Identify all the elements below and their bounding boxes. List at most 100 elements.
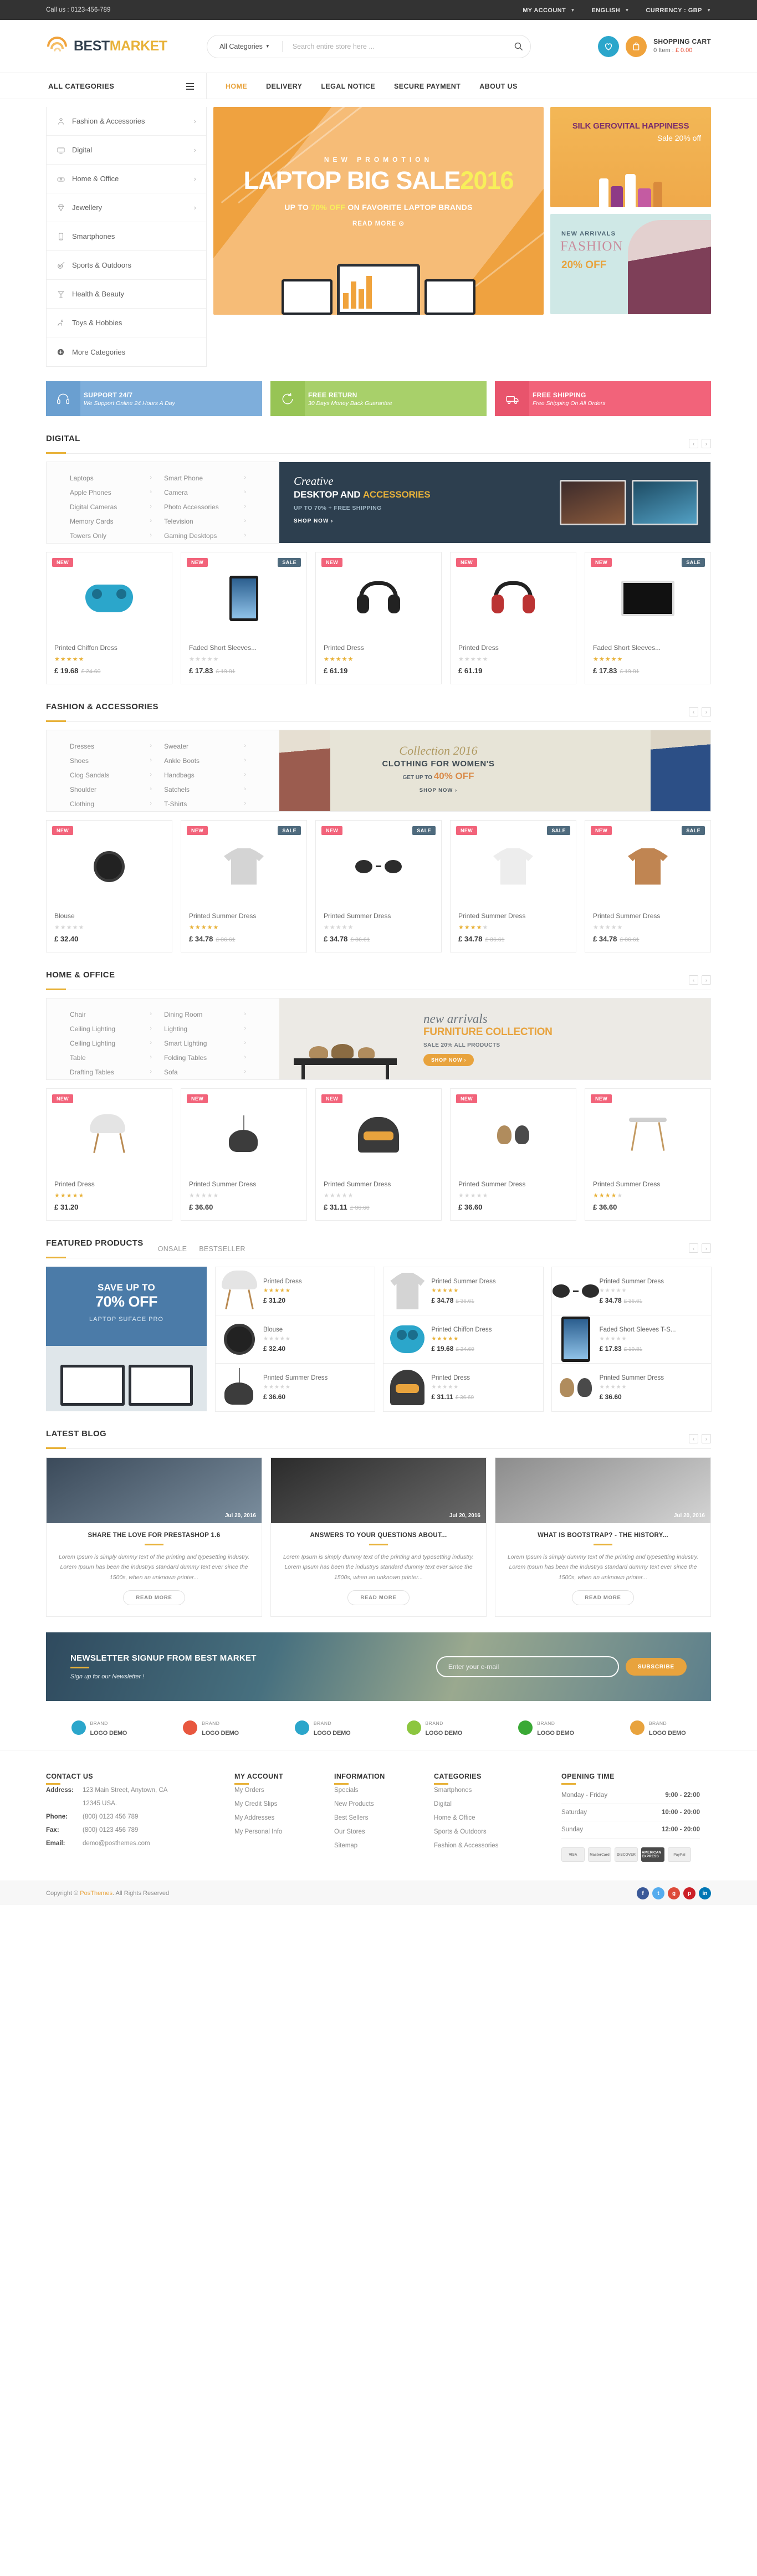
sidebar-item-sports-outdoors[interactable]: Sports & Outdoors (47, 251, 206, 280)
subcategory-item[interactable]: Towers Only › (70, 532, 164, 540)
product-name[interactable]: Printed Summer Dress (431, 1278, 495, 1285)
language-dropdown[interactable]: ENGLISH ▼ (591, 6, 629, 14)
subcategory-item[interactable]: Smart Phone › (164, 474, 258, 482)
sidebar-item-home-office[interactable]: Home & Office › (47, 165, 206, 193)
service-free-shipping[interactable]: FREE SHIPPING Free Shipping On All Order… (495, 381, 711, 416)
product-card[interactable]: NEW SALE Printed Summer Dress ★★★★★ £ 34… (315, 820, 442, 952)
product-name[interactable]: Printed Chiffon Dress (54, 644, 164, 652)
subcategory-item[interactable]: Memory Cards › (70, 518, 164, 525)
social-icon-4[interactable]: in (699, 1887, 711, 1900)
footer-link[interactable]: My Orders (234, 1787, 323, 1794)
brand-logo[interactable]: BRAND LOGO DEMO (46, 1718, 152, 1738)
next-arrow-icon[interactable]: › (702, 975, 711, 985)
cart-button[interactable] (626, 35, 647, 57)
brand-logo[interactable]: BRAND LOGO DEMO (493, 1718, 600, 1738)
featured-item[interactable]: Printed Dress ★★★★★ £ 31.11 £ 36.60 (383, 1363, 544, 1412)
sidebar-item-jewellery[interactable]: Jewellery › (47, 193, 206, 222)
product-name[interactable]: Printed Summer Dress (263, 1375, 328, 1381)
blog-read-more-button[interactable]: READ MORE (123, 1590, 185, 1606)
product-card[interactable]: NEW Printed Summer Dress ★★★★★ £ 36.60 (450, 1088, 576, 1221)
featured-item[interactable]: Printed Summer Dress ★★★★★ £ 36.60 (215, 1363, 376, 1412)
newsletter-subscribe-button[interactable]: SUBSCRIBE (625, 1658, 687, 1676)
next-arrow-icon[interactable]: › (702, 1243, 711, 1253)
product-name[interactable]: Printed Dress (54, 1180, 164, 1188)
wishlist-button[interactable] (598, 35, 620, 57)
nav-item-home[interactable]: HOME (226, 83, 247, 90)
next-arrow-icon[interactable]: › (702, 1434, 711, 1443)
tab-onsale[interactable]: ONSALE (158, 1245, 187, 1253)
footer-link[interactable]: Sports & Outdoors (434, 1829, 550, 1835)
footer-link[interactable]: New Products (334, 1801, 423, 1807)
carousel-arrows[interactable]: ‹ › (689, 1243, 711, 1253)
prev-arrow-icon[interactable]: ‹ (689, 1243, 698, 1253)
subcategory-item[interactable]: Chair › (70, 1011, 164, 1018)
product-image[interactable]: NEW (181, 1089, 306, 1180)
blog-card[interactable]: Jul 20, 2016 WHAT IS BOOTSTRAP? - THE HI… (495, 1457, 711, 1617)
carousel-arrows[interactable]: ‹ › (689, 439, 711, 448)
brand-logo[interactable]: BRAND LOGO DEMO (605, 1718, 711, 1738)
sidebar-item-more-categories[interactable]: More Categories (47, 337, 206, 366)
prev-arrow-icon[interactable]: ‹ (689, 975, 698, 985)
footer-link[interactable]: Sitemap (334, 1842, 423, 1849)
blog-card[interactable]: Jul 20, 2016 ANSWERS TO YOUR QUESTIONS A… (270, 1457, 487, 1617)
featured-item[interactable]: Printed Dress ★★★★★ £ 31.20 (215, 1267, 376, 1315)
product-image[interactable]: NEW (47, 1089, 172, 1180)
brand-logo[interactable]: BRAND LOGO DEMO (158, 1718, 264, 1738)
social-icon-1[interactable]: t (652, 1887, 664, 1900)
product-image[interactable]: NEW SALE (585, 552, 710, 644)
product-name[interactable]: Faded Short Sleeves... (189, 644, 299, 652)
featured-item[interactable]: Printed Summer Dress ★★★★★ £ 34.78 £ 36.6… (551, 1267, 712, 1315)
subcategory-item[interactable]: Shoulder › (70, 786, 164, 793)
prev-arrow-icon[interactable]: ‹ (689, 1434, 698, 1443)
featured-item[interactable]: Printed Summer Dress ★★★★★ £ 34.78 £ 36.6… (383, 1267, 544, 1315)
sidebar-item-health-beauty[interactable]: Health & Beauty (47, 280, 206, 309)
subcategory-item[interactable]: Digital Cameras › (70, 503, 164, 511)
next-arrow-icon[interactable]: › (702, 439, 711, 448)
product-card[interactable]: NEW SALE Printed Summer Dress ★★★★★ £ 34… (181, 820, 307, 952)
product-image[interactable]: NEW (585, 1089, 710, 1180)
subcategory-item[interactable]: Drafting Tables › (70, 1068, 164, 1076)
sidebar-item-smartphones[interactable]: Smartphones (47, 222, 206, 251)
product-image[interactable]: NEW SALE (451, 821, 576, 912)
product-name[interactable]: Printed Summer Dress (600, 1278, 664, 1285)
footer-link[interactable]: Digital (434, 1801, 550, 1807)
product-name[interactable]: Printed Summer Dress (324, 1180, 433, 1188)
product-card[interactable]: NEW SALE Printed Summer Dress ★★★★★ £ 34… (450, 820, 576, 952)
product-image[interactable]: NEW (47, 552, 172, 644)
product-image[interactable]: NEW SALE (181, 821, 306, 912)
subcategory-item[interactable]: Smart Lighting › (164, 1039, 258, 1047)
featured-item[interactable]: Faded Short Sleeves T-S... ★★★★★ £ 17.83… (551, 1315, 712, 1364)
carousel-arrows[interactable]: ‹ › (689, 707, 711, 716)
footer-link[interactable]: Smartphones (434, 1787, 550, 1794)
prev-arrow-icon[interactable]: ‹ (689, 439, 698, 448)
product-name[interactable]: Faded Short Sleeves... (593, 644, 703, 652)
footer-link[interactable]: Fashion & Accessories (434, 1842, 550, 1849)
blog-card[interactable]: Jul 20, 2016 SHARE THE LOVE FOR PRESTASH… (46, 1457, 262, 1617)
featured-item[interactable]: Printed Summer Dress ★★★★★ £ 36.60 (551, 1363, 712, 1412)
subcategory-item[interactable]: Clothing › (70, 800, 164, 808)
product-image[interactable]: NEW (47, 821, 172, 912)
subcategory-item[interactable]: Apple Phones › (70, 489, 164, 496)
featured-item[interactable]: Blouse ★★★★★ £ 32.40 (215, 1315, 376, 1364)
subcategory-item[interactable]: Satchels › (164, 786, 258, 793)
footer-link[interactable]: My Credit Slips (234, 1801, 323, 1807)
subcategory-item[interactable]: Television › (164, 518, 258, 525)
product-name[interactable]: Printed Chiffon Dress (431, 1327, 492, 1333)
product-image[interactable]: NEW SALE (585, 821, 710, 912)
product-name[interactable]: Printed Dress (263, 1278, 302, 1285)
product-card[interactable]: NEW Printed Dress ★★★★★ £ 61.19 (315, 552, 442, 684)
fashion-banner[interactable]: Collection 2016 CLOTHING FOR WOMEN'S GET… (279, 730, 710, 811)
product-name[interactable]: Printed Summer Dress (189, 912, 299, 920)
promo-silk-banner[interactable]: SILK GEROVITAL HAPPINESS Sale 20% off (550, 107, 711, 207)
banner-shop-now-button[interactable]: SHOP NOW › (294, 518, 446, 524)
subcategory-item[interactable]: Ceiling Lighting › (70, 1025, 164, 1033)
newsletter-email-input[interactable] (436, 1656, 619, 1678)
subcategory-item[interactable]: T-Shirts › (164, 800, 258, 808)
my-account-dropdown[interactable]: MY ACCOUNT ▼ (523, 6, 575, 14)
product-image[interactable]: NEW (451, 1089, 576, 1180)
prev-arrow-icon[interactable]: ‹ (689, 707, 698, 716)
product-card[interactable]: NEW SALE Printed Summer Dress ★★★★★ £ 34… (585, 820, 711, 952)
sidebar-item-toys-hobbies[interactable]: Toys & Hobbies (47, 309, 206, 337)
blog-title[interactable]: WHAT IS BOOTSTRAP? - THE HISTORY... (507, 1532, 699, 1539)
currency-dropdown[interactable]: CURRENCY : GBP ▼ (646, 6, 711, 14)
